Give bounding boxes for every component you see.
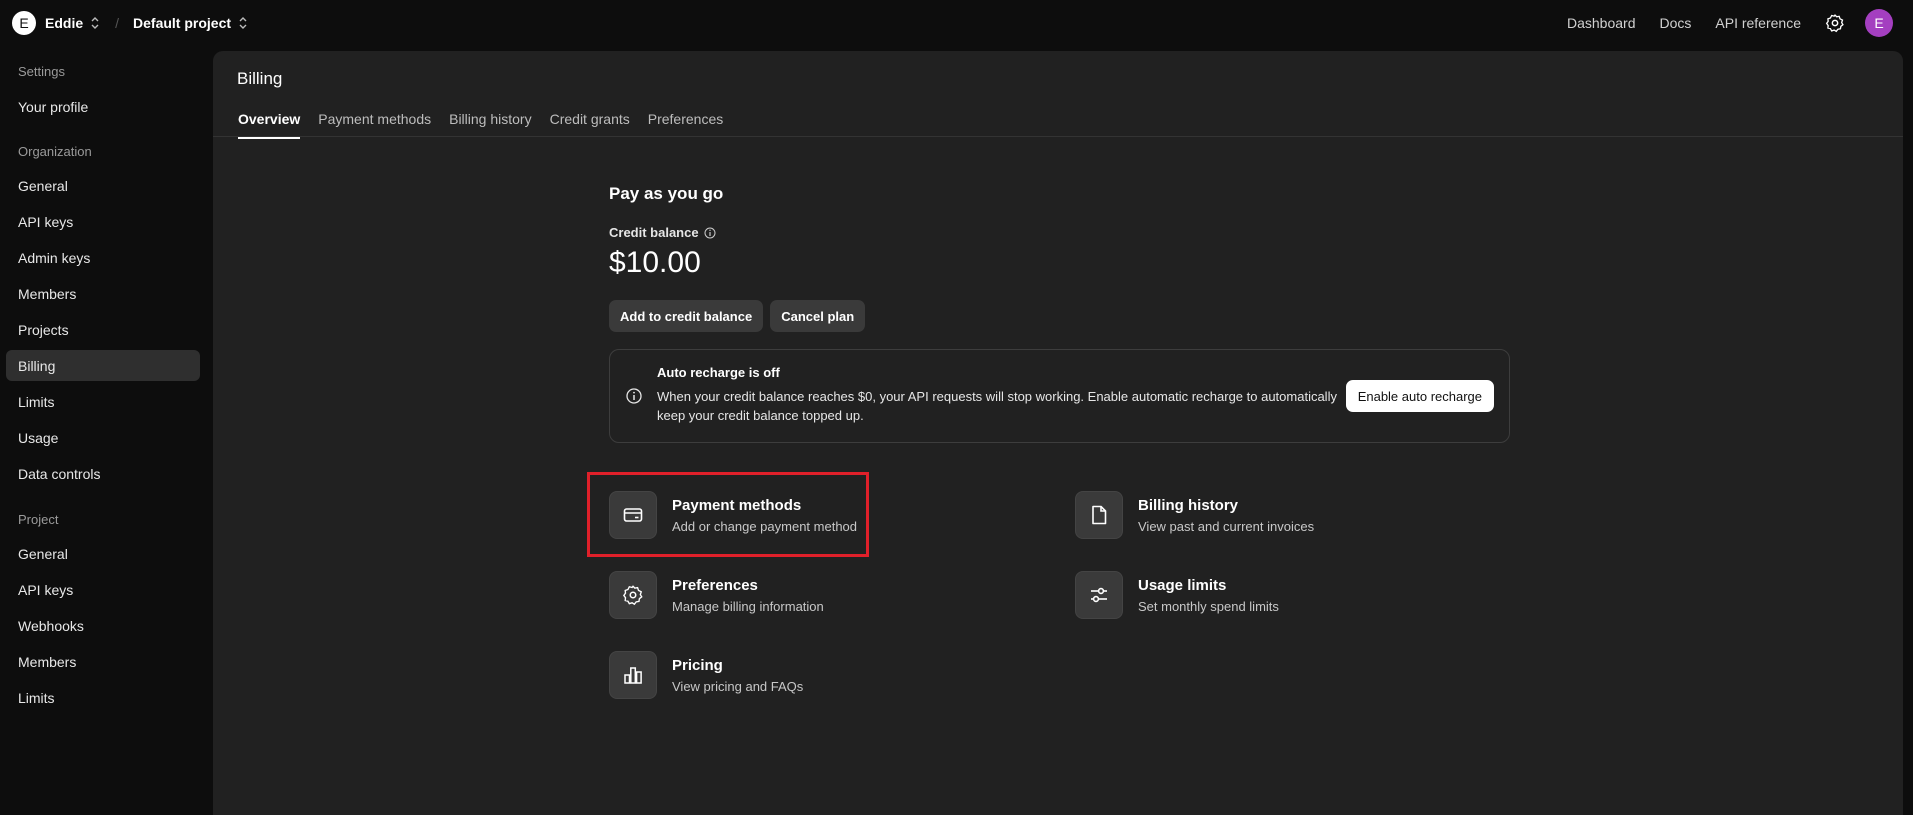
sidebar-section-organization: Organization xyxy=(18,144,92,159)
org-avatar[interactable]: E xyxy=(12,11,36,35)
sidebar-item-org-members[interactable]: Members xyxy=(6,278,200,309)
main-panel: Billing Overview Payment methods Billing… xyxy=(213,51,1903,815)
billing-history-title: Billing history xyxy=(1138,496,1239,514)
api-reference-link[interactable]: API reference xyxy=(1715,15,1801,31)
credit-balance-value: $10.00 xyxy=(609,246,701,279)
auto-recharge-description: When your credit balance reaches $0, you… xyxy=(657,389,1337,423)
tab-billing-history[interactable]: Billing history xyxy=(449,111,531,138)
sidebar-section-project: Project xyxy=(18,512,59,527)
pricing-title: Pricing xyxy=(672,656,723,674)
project-switcher-chevron-icon[interactable] xyxy=(237,16,249,30)
preferences-card[interactable]: Preferences Manage billing information xyxy=(609,571,824,619)
auto-recharge-title: Auto recharge is off xyxy=(657,365,780,380)
payment-methods-highlight-box xyxy=(587,472,869,557)
cancel-plan-button[interactable]: Cancel plan xyxy=(770,300,866,332)
top-bar: E Eddie / Default project Dashboard Docs… xyxy=(0,0,1913,46)
sidebar-item-usage[interactable]: Usage xyxy=(6,422,200,453)
add-to-credit-balance-button[interactable]: Add to credit balance xyxy=(609,300,764,332)
info-icon[interactable] xyxy=(704,227,716,239)
sidebar-item-data-controls[interactable]: Data controls xyxy=(6,458,200,489)
pricing-subtitle: View pricing and FAQs xyxy=(672,678,804,694)
bar-chart-icon xyxy=(609,651,657,699)
preferences-subtitle: Manage billing information xyxy=(672,598,824,614)
page-title: Billing xyxy=(237,69,283,88)
credit-balance-label-text: Credit balance xyxy=(609,225,699,240)
project-name[interactable]: Default project xyxy=(133,15,231,31)
sidebar-item-billing[interactable]: Billing xyxy=(6,350,200,381)
sidebar-item-project-limits[interactable]: Limits xyxy=(6,682,200,713)
sidebar-item-project-general[interactable]: General xyxy=(6,538,200,569)
enable-auto-recharge-button[interactable]: Enable auto recharge xyxy=(1345,380,1494,412)
sidebar-item-org-limits[interactable]: Limits xyxy=(6,386,200,417)
dashboard-link[interactable]: Dashboard xyxy=(1567,15,1636,31)
billing-tabs: Overview Payment methods Billing history… xyxy=(238,111,741,139)
sidebar-item-your-profile[interactable]: Your profile xyxy=(6,91,200,122)
tab-payment-methods[interactable]: Payment methods xyxy=(318,111,431,138)
org-switcher-chevron-icon[interactable] xyxy=(89,16,101,30)
tab-preferences[interactable]: Preferences xyxy=(648,111,723,138)
user-avatar[interactable]: E xyxy=(1865,9,1893,37)
usage-limits-title: Usage limits xyxy=(1138,576,1227,594)
plan-actions: Add to credit balance Cancel plan xyxy=(609,300,872,332)
sidebar-item-org-api-keys[interactable]: API keys xyxy=(6,206,200,237)
sidebar-item-project-api-keys[interactable]: API keys xyxy=(6,574,200,605)
sidebar-item-org-general[interactable]: General xyxy=(6,170,200,201)
sidebar: Settings Your profile Organization Gener… xyxy=(0,46,212,815)
settings-gear-icon[interactable] xyxy=(1823,11,1847,35)
billing-history-subtitle: View past and current invoices xyxy=(1138,518,1315,534)
tabs-divider xyxy=(213,136,1903,137)
breadcrumb-separator: / xyxy=(115,15,120,31)
pricing-card[interactable]: Pricing View pricing and FAQs xyxy=(609,651,803,699)
sidebar-item-projects[interactable]: Projects xyxy=(6,314,200,345)
plan-name: Pay as you go xyxy=(609,184,724,203)
document-icon xyxy=(1075,491,1123,539)
billing-history-card[interactable]: Billing history View past and current in… xyxy=(1075,491,1314,539)
tab-credit-grants[interactable]: Credit grants xyxy=(550,111,630,138)
usage-limits-subtitle: Set monthly spend limits xyxy=(1138,598,1279,614)
org-name[interactable]: Eddie xyxy=(45,15,83,31)
auto-recharge-info-icon xyxy=(626,388,642,404)
usage-limits-card[interactable]: Usage limits Set monthly spend limits xyxy=(1075,571,1279,619)
sidebar-item-webhooks[interactable]: Webhooks xyxy=(6,610,200,641)
sidebar-section-settings: Settings xyxy=(18,64,65,79)
auto-recharge-notice: Auto recharge is off When your credit ba… xyxy=(609,349,1510,443)
sidebar-item-project-members[interactable]: Members xyxy=(6,646,200,677)
gear-icon xyxy=(609,571,657,619)
sidebar-item-admin-keys[interactable]: Admin keys xyxy=(6,242,200,273)
preferences-title: Preferences xyxy=(672,576,758,594)
tab-overview[interactable]: Overview xyxy=(238,111,301,139)
credit-balance-label: Credit balance xyxy=(609,225,716,240)
sliders-icon xyxy=(1075,571,1123,619)
docs-link[interactable]: Docs xyxy=(1659,15,1691,31)
